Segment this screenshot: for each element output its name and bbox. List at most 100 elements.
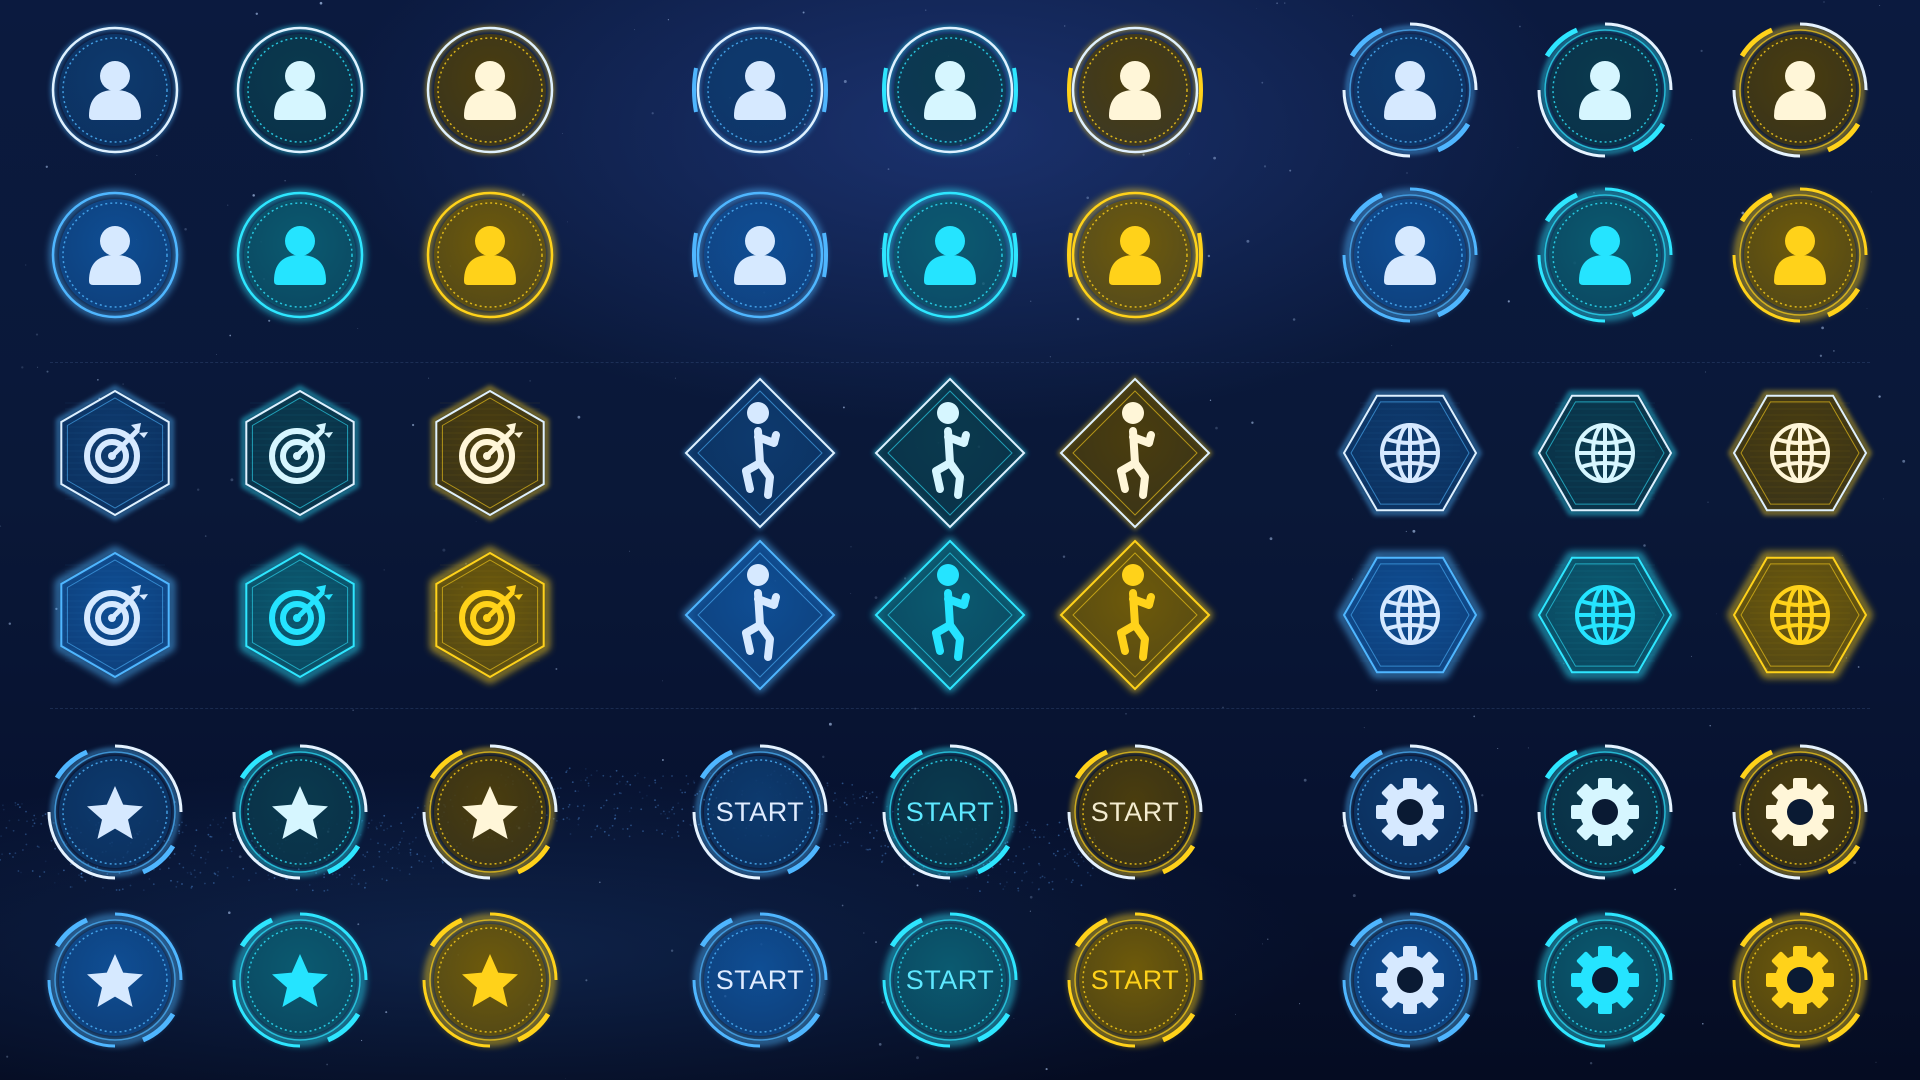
world-blue-normal-button[interactable]	[1330, 373, 1490, 533]
profile-round-gold-normal-button[interactable]	[410, 10, 570, 170]
climb-gold-normal-button[interactable]	[1055, 373, 1215, 533]
badge-base	[704, 756, 816, 868]
start-badge	[1067, 744, 1203, 880]
profile-arc-gold-active-button[interactable]	[1720, 175, 1880, 335]
settings-gold-normal-button[interactable]	[1720, 732, 1880, 892]
star-badge	[232, 744, 368, 880]
star-badge	[422, 744, 558, 880]
start-blue-active-button[interactable]: START	[680, 900, 840, 1060]
runner-badge	[682, 537, 838, 693]
climb-cyan-active-button[interactable]	[870, 535, 1030, 695]
profile-bracket-blue-active-button[interactable]	[680, 175, 840, 335]
profile-bracket-gold-normal-button[interactable]	[1055, 10, 1215, 170]
user-badge	[882, 25, 1018, 155]
profile-bracket-gold-active-button[interactable]	[1055, 175, 1215, 335]
target-blue-active-button[interactable]	[35, 535, 195, 695]
profile-round-blue-normal-button[interactable]	[35, 10, 195, 170]
favorite-blue-normal-button[interactable]	[35, 732, 195, 892]
climb-gold-active-button[interactable]	[1055, 535, 1215, 695]
user-badge	[235, 25, 365, 155]
gear-icon	[1766, 778, 1834, 846]
start-gold-normal-button[interactable]: START	[1055, 732, 1215, 892]
user-badge	[50, 190, 180, 320]
world-cyan-active-button[interactable]	[1525, 535, 1685, 695]
badge-base	[894, 924, 1006, 1036]
favorite-blue-active-button[interactable]	[35, 900, 195, 1060]
gear-icon	[1766, 946, 1834, 1014]
gear-icon	[1376, 778, 1444, 846]
world-blue-active-button[interactable]	[1330, 535, 1490, 695]
profile-round-cyan-active-button[interactable]	[220, 175, 380, 335]
settings-cyan-normal-button[interactable]	[1525, 732, 1685, 892]
user-badge	[692, 190, 828, 320]
profile-bracket-blue-normal-button[interactable]	[680, 10, 840, 170]
section-divider-top	[50, 362, 1870, 363]
settings-blue-active-button[interactable]	[1330, 900, 1490, 1060]
target-cyan-active-button[interactable]	[220, 535, 380, 695]
globe-badge	[1338, 552, 1482, 678]
profile-bracket-cyan-normal-button[interactable]	[870, 10, 1030, 170]
profile-arc-cyan-normal-button[interactable]	[1525, 10, 1685, 170]
user-badge	[882, 190, 1018, 320]
gear-badge	[1537, 912, 1673, 1048]
favorite-cyan-active-button[interactable]	[220, 900, 380, 1060]
badge-base	[1079, 924, 1191, 1036]
favorite-gold-active-button[interactable]	[410, 900, 570, 1060]
runner-badge	[1057, 537, 1213, 693]
section-divider-bottom	[50, 708, 1870, 709]
globe-badge	[1338, 390, 1482, 516]
settings-blue-normal-button[interactable]	[1330, 732, 1490, 892]
gear-icon	[1571, 946, 1639, 1014]
target-badge	[56, 547, 174, 683]
star-badge	[47, 912, 183, 1048]
target-badge	[241, 547, 359, 683]
profile-arc-blue-normal-button[interactable]	[1330, 10, 1490, 170]
target-cyan-normal-button[interactable]	[220, 373, 380, 533]
globe-badge	[1533, 552, 1677, 678]
start-cyan-active-button[interactable]: START	[870, 900, 1030, 1060]
target-badge	[431, 385, 549, 521]
climb-blue-normal-button[interactable]	[680, 373, 840, 533]
user-badge	[1537, 187, 1673, 323]
badge-base	[1079, 756, 1191, 868]
globe-icon	[1770, 423, 1830, 483]
profile-bracket-cyan-active-button[interactable]	[870, 175, 1030, 335]
favorite-cyan-normal-button[interactable]	[220, 732, 380, 892]
favorite-gold-normal-button[interactable]	[410, 732, 570, 892]
profile-arc-cyan-active-button[interactable]	[1525, 175, 1685, 335]
globe-icon	[1380, 585, 1440, 645]
profile-round-cyan-normal-button[interactable]	[220, 10, 380, 170]
profile-round-gold-active-button[interactable]	[410, 175, 570, 335]
start-blue-normal-button[interactable]: START	[680, 732, 840, 892]
settings-gold-active-button[interactable]	[1720, 900, 1880, 1060]
runner-badge	[1057, 375, 1213, 531]
world-gold-active-button[interactable]	[1720, 535, 1880, 695]
user-badge	[692, 25, 828, 155]
climb-cyan-normal-button[interactable]	[870, 373, 1030, 533]
target-gold-active-button[interactable]	[410, 535, 570, 695]
profile-arc-blue-active-button[interactable]	[1330, 175, 1490, 335]
profile-arc-gold-normal-button[interactable]	[1720, 10, 1880, 170]
profile-round-blue-active-button[interactable]	[35, 175, 195, 335]
globe-badge	[1728, 552, 1872, 678]
target-badge	[431, 547, 549, 683]
climb-blue-active-button[interactable]	[680, 535, 840, 695]
gear-badge	[1732, 912, 1868, 1048]
user-badge	[235, 190, 365, 320]
target-blue-normal-button[interactable]	[35, 373, 195, 533]
target-badge	[56, 385, 174, 521]
runner-badge	[872, 375, 1028, 531]
badge-base	[704, 924, 816, 1036]
globe-icon	[1770, 585, 1830, 645]
globe-icon	[1380, 423, 1440, 483]
user-badge	[1342, 187, 1478, 323]
start-cyan-normal-button[interactable]: START	[870, 732, 1030, 892]
settings-cyan-active-button[interactable]	[1525, 900, 1685, 1060]
user-badge	[1342, 22, 1478, 158]
gear-badge	[1732, 744, 1868, 880]
gear-icon	[1376, 946, 1444, 1014]
target-gold-normal-button[interactable]	[410, 373, 570, 533]
start-gold-active-button[interactable]: START	[1055, 900, 1215, 1060]
world-cyan-normal-button[interactable]	[1525, 373, 1685, 533]
world-gold-normal-button[interactable]	[1720, 373, 1880, 533]
